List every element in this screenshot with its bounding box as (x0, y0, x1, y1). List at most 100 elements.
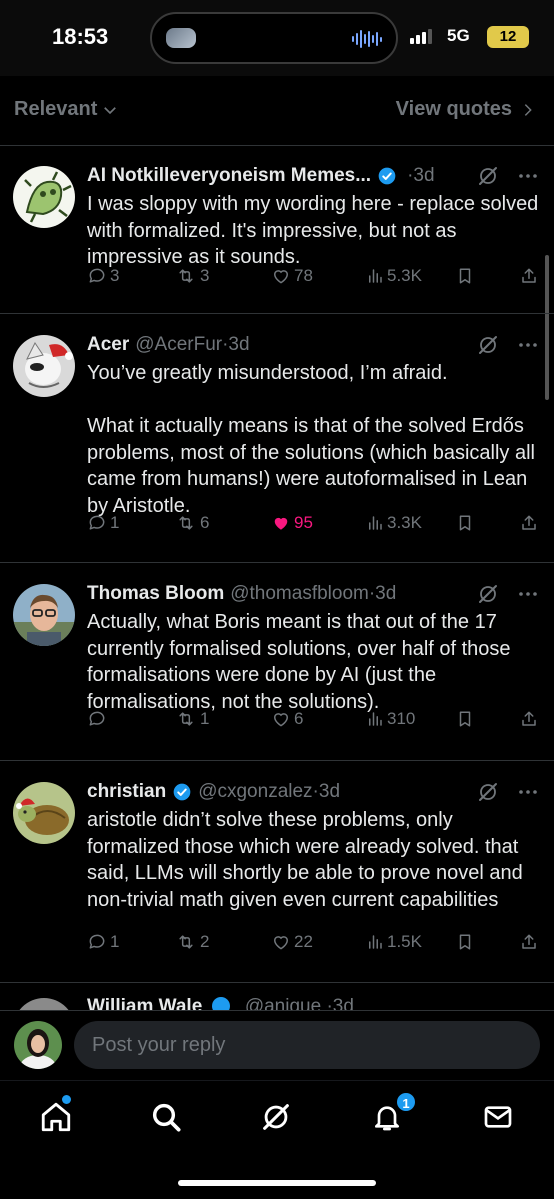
views-count: 3.3K (387, 513, 422, 532)
more-button[interactable] (516, 780, 540, 809)
reply-icon (89, 934, 105, 949)
avatar[interactable] (13, 584, 75, 646)
grok-button[interactable] (476, 780, 500, 809)
tweet-time: ·3d (222, 334, 250, 355)
author-handle[interactable]: @AcerFur (135, 334, 222, 356)
tweet-time: ·3d (368, 583, 397, 604)
tweet-content: Thomas Bloom @thomasfbloom ·3d Actually,… (87, 580, 540, 715)
dynamic-island[interactable] (150, 12, 398, 64)
notifications-badge: 1 (395, 1091, 417, 1113)
tweet[interactable]: Acer @AcerFur ·3d You’ve greatly misunde… (0, 315, 554, 563)
bookmark-icon (459, 711, 471, 727)
views-button[interactable]: 310 (366, 709, 415, 729)
avatar[interactable] (13, 782, 75, 844)
retweet-button[interactable]: 2 (175, 932, 209, 952)
like-icon (273, 713, 289, 727)
tweet-text: I was sloppy with my wording here - repl… (87, 193, 539, 268)
retweet-icon (179, 935, 193, 949)
reply-count: 1 (110, 932, 120, 951)
views-count: 5.3K (387, 266, 422, 285)
tab-grok[interactable] (256, 1097, 296, 1137)
tweet[interactable]: AI Notkilleveryoneism Memes... ·3d I was… (0, 146, 554, 314)
reply-button[interactable]: 1 (87, 513, 119, 533)
avatar[interactable] (13, 335, 75, 397)
tweet-content: AI Notkilleveryoneism Memes... ·3d I was… (87, 162, 540, 271)
views-count: 310 (387, 709, 416, 728)
tweet-text: aristotle didn’t solve these problems, o… (87, 809, 523, 911)
views-button[interactable]: 1.5K (366, 932, 422, 952)
views-icon (369, 516, 382, 530)
verified-badge-icon (173, 783, 191, 801)
like-count: 95 (294, 513, 313, 532)
retweet-button[interactable]: 1 (175, 709, 209, 729)
views-button[interactable]: 5.3K (366, 266, 422, 286)
more-icon (519, 174, 537, 178)
grok-icon (479, 167, 497, 185)
share-button[interactable] (520, 266, 538, 286)
reply-icon (89, 268, 105, 283)
more-button[interactable] (516, 333, 540, 362)
like-button[interactable]: 95 (271, 513, 313, 533)
sort-dropdown[interactable]: Relevant (14, 98, 119, 121)
view-quotes-link[interactable]: View quotes (396, 98, 536, 121)
like-button[interactable]: 6 (271, 709, 303, 729)
grok-icon (479, 783, 497, 801)
tweet-content: Acer @AcerFur ·3d You’ve greatly misunde… (87, 331, 540, 519)
author-handle[interactable]: @cxgonzalez (198, 781, 312, 803)
chevron-down-icon (104, 106, 117, 114)
like-icon (273, 936, 289, 950)
avatar[interactable] (13, 166, 75, 228)
share-button[interactable] (520, 709, 538, 729)
grok-button[interactable] (476, 164, 500, 193)
bookmark-button[interactable] (456, 513, 474, 533)
reply-button[interactable]: 1 (87, 932, 119, 952)
like-icon (273, 270, 289, 284)
tweet-header: AI Notkilleveryoneism Memes... ·3d (87, 162, 540, 190)
share-icon (522, 711, 536, 726)
grok-button[interactable] (476, 582, 500, 611)
more-button[interactable] (516, 582, 540, 611)
user-avatar[interactable] (14, 1021, 62, 1069)
author-name[interactable]: christian (87, 781, 166, 803)
tweet-header: christian @cxgonzalez ·3d (87, 778, 540, 806)
bookmark-icon (459, 268, 471, 284)
more-button[interactable] (516, 164, 540, 193)
author-name[interactable]: AI Notkilleveryoneism Memes... (87, 165, 371, 187)
more-icon (519, 343, 537, 347)
tab-messages[interactable] (478, 1097, 518, 1137)
tab-search[interactable] (146, 1097, 186, 1137)
author-handle[interactable]: @thomasfbloom (230, 583, 369, 605)
battery-icon: 12 (487, 26, 529, 48)
bookmark-button[interactable] (456, 266, 474, 286)
retweet-button[interactable]: 6 (175, 513, 209, 533)
views-button[interactable]: 3.3K (366, 513, 422, 533)
share-button[interactable] (520, 513, 538, 533)
bookmark-button[interactable] (456, 932, 474, 952)
reply-count: 1 (110, 513, 120, 532)
like-button[interactable]: 22 (271, 932, 313, 952)
share-button[interactable] (520, 932, 538, 952)
like-count: 22 (294, 932, 313, 951)
views-icon (369, 712, 382, 726)
sort-label: Relevant (14, 98, 98, 120)
reply-button[interactable]: 3 (87, 266, 119, 286)
tweet[interactable]: Thomas Bloom @thomasfbloom ·3d Actually,… (0, 564, 554, 761)
author-name[interactable]: Acer (87, 334, 129, 356)
reply-button[interactable] (87, 709, 110, 729)
tab-home[interactable] (36, 1097, 76, 1137)
tweet[interactable]: christian @cxgonzalez ·3d aristotle didn… (0, 762, 554, 983)
partial-tweet[interactable]: William Wale @anigue ·3d (0, 988, 554, 1012)
search-icon (152, 1103, 181, 1132)
like-count: 6 (294, 709, 304, 728)
bookmark-button[interactable] (456, 709, 474, 729)
grok-button[interactable] (476, 333, 500, 362)
retweet-count: 6 (200, 513, 210, 532)
author-name[interactable]: Thomas Bloom (87, 583, 224, 605)
views-icon (369, 935, 382, 949)
grok-icon (479, 336, 497, 354)
like-button[interactable]: 78 (271, 266, 313, 286)
retweet-button[interactable]: 3 (175, 266, 209, 286)
grok-icon (479, 585, 497, 603)
tweet-time: ·3d (407, 165, 435, 186)
reply-input[interactable]: Post your reply (74, 1021, 540, 1069)
